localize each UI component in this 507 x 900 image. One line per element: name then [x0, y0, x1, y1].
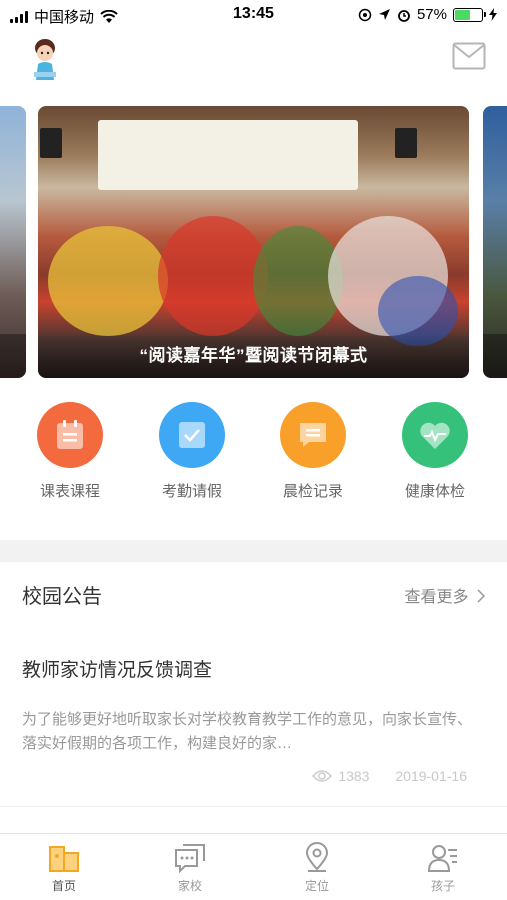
heart-pulse-icon	[402, 402, 468, 468]
mail-icon[interactable]	[452, 42, 486, 70]
banner-caption: “阅读嘉年华”暨阅读节闭幕式	[139, 346, 368, 365]
tab-label: 孩子	[430, 879, 455, 893]
battery-icon	[453, 7, 486, 22]
article-meta: 1383 2019-01-16	[22, 768, 467, 784]
notice-header: 校园公告 查看更多	[0, 562, 507, 622]
quick-action-label: 课表课程	[39, 483, 100, 500]
tab-location[interactable]: 定位	[267, 842, 367, 894]
tab-child[interactable]: 孩子	[393, 842, 493, 894]
chevron-right-icon	[477, 589, 486, 603]
tab-label: 定位	[304, 879, 329, 893]
eye-icon	[312, 770, 333, 782]
section-divider	[0, 540, 507, 562]
bottom-tab-bar: 首页 家校 定位 孩子	[0, 833, 507, 900]
avatar[interactable]	[30, 38, 60, 80]
battery-percent: 57%	[416, 6, 447, 23]
notice-section-title: 校园公告	[22, 586, 102, 608]
quick-action-schedule[interactable]: 课表课程	[15, 402, 125, 501]
screen-lock-icon	[358, 8, 372, 21]
notice-article[interactable]: 教师家访情况反馈调查 为了能够更好地听取家长对学校教育教学工作的意见，向家长宣传…	[22, 655, 485, 756]
banner-slide-previous[interactable]	[0, 106, 26, 378]
tab-home[interactable]: 首页	[14, 842, 114, 894]
schedule-icon	[37, 402, 103, 468]
article-summary: 为了能够更好地听取家长对学校教育教学工作的意见，向家长宣传、落实好假期的各项工作…	[22, 711, 473, 752]
quick-action-morning-check[interactable]: 晨检记录	[258, 402, 368, 501]
alarm-icon	[398, 9, 410, 22]
view-count: 1383	[338, 768, 370, 784]
quick-actions: 课表课程 考勤请假 晨检记录 健康体检	[0, 402, 507, 512]
article-title: 教师家访情况反馈调查	[22, 660, 213, 681]
view-more-label: 查看更多	[404, 589, 469, 606]
status-bar: 中国移动 13:45 57%	[0, 0, 507, 30]
banner-carousel[interactable]: “阅读嘉年华”暨阅读节闭幕式	[0, 106, 507, 380]
view-more-link[interactable]: 查看更多	[404, 583, 486, 607]
child-profile-icon	[427, 845, 457, 872]
quick-action-health[interactable]: 健康体检	[380, 402, 490, 501]
article-date: 2019-01-16	[395, 768, 467, 784]
chat-icon	[175, 844, 205, 874]
quick-action-label: 考勤请假	[161, 483, 222, 500]
app-header	[0, 30, 507, 90]
charging-icon	[489, 8, 497, 21]
home-icon	[49, 846, 79, 872]
checkbox-icon	[159, 402, 225, 468]
quick-action-label: 健康体检	[404, 483, 465, 500]
location-icon	[305, 842, 329, 872]
banner-slide-next[interactable]	[483, 106, 507, 378]
status-right: 57%	[358, 6, 497, 23]
section-divider	[0, 806, 507, 832]
tab-label: 首页	[51, 879, 76, 893]
message-icon	[280, 402, 346, 468]
tab-home-school[interactable]: 家校	[140, 842, 240, 894]
banner-slide-current[interactable]: “阅读嘉年华”暨阅读节闭幕式	[38, 106, 469, 378]
quick-action-attendance[interactable]: 考勤请假	[137, 402, 247, 501]
location-arrow-icon	[378, 9, 390, 20]
tab-label: 家校	[177, 879, 202, 893]
quick-action-label: 晨检记录	[282, 483, 343, 500]
banner-photo-backdrop	[98, 120, 358, 190]
